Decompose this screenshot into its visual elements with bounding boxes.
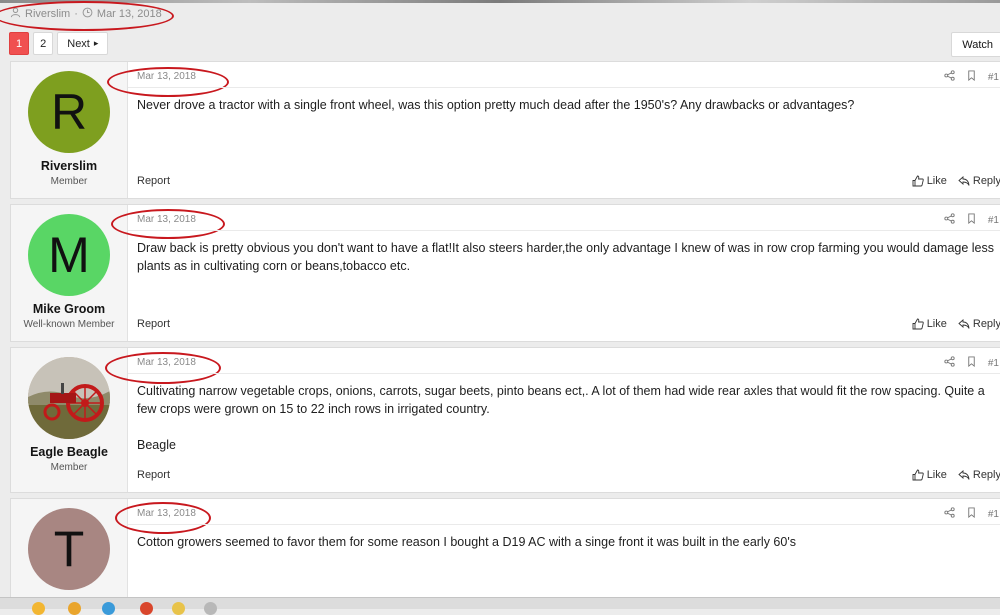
next-page-button[interactable]: Next ▸ xyxy=(57,32,109,55)
post-paragraph: Cotton growers seemed to favor them for … xyxy=(137,535,796,549)
post-4: T Mar 13, 2018 #1 Cotton growers seemed … xyxy=(10,498,1000,608)
annotation-circle xyxy=(111,209,225,239)
post-paragraph: Cultivating narrow vegetable crops, onio… xyxy=(137,384,985,416)
bookmark-icon[interactable] xyxy=(966,70,977,84)
like-icon xyxy=(912,318,924,330)
share-icon[interactable] xyxy=(944,507,955,521)
post-paragraph: Never drove a tractor with a single fron… xyxy=(137,98,855,112)
taskbar-app-icon[interactable] xyxy=(140,602,153,615)
post-tools: #1 xyxy=(944,507,999,521)
username[interactable]: Eagle Beagle xyxy=(11,445,127,459)
post-tools: #1 xyxy=(944,70,999,84)
post-body: Cotton growers seemed to favor them for … xyxy=(137,533,997,551)
post-body: Draw back is pretty obvious you don't wa… xyxy=(137,239,997,275)
annotation-circle xyxy=(0,1,174,31)
avatar[interactable]: T xyxy=(28,508,110,590)
page-1-button[interactable]: 1 xyxy=(9,32,30,55)
bookmark-icon[interactable] xyxy=(966,213,977,227)
like-icon xyxy=(912,469,924,481)
taskbar-app-icon[interactable] xyxy=(102,602,115,615)
like-label: Like xyxy=(926,318,947,330)
reply-label: Reply xyxy=(972,175,1000,187)
post-actions: Like Reply xyxy=(912,469,1000,481)
reply-icon xyxy=(958,319,970,329)
os-taskbar xyxy=(0,597,1000,615)
divider xyxy=(128,87,1000,88)
reply-button[interactable]: Reply xyxy=(958,469,1000,481)
pagination: 1 2 Next ▸ xyxy=(9,32,109,55)
caret-right-icon: ▸ xyxy=(93,38,99,48)
post-2: M Mike Groom Well-known Member Mar 13, 2… xyxy=(10,204,1000,342)
reply-button[interactable]: Reply xyxy=(958,318,1000,330)
post-signoff: Beagle xyxy=(137,438,176,452)
report-link[interactable]: Report xyxy=(137,175,170,187)
reply-label: Reply xyxy=(972,318,1000,330)
share-icon[interactable] xyxy=(944,213,955,227)
post-number[interactable]: #1 xyxy=(988,72,999,83)
reply-icon xyxy=(958,470,970,480)
post-1: R Riverslim Member Mar 13, 2018 #1 Never… xyxy=(10,61,1000,199)
like-button[interactable]: Like xyxy=(912,318,947,330)
like-button[interactable]: Like xyxy=(912,469,947,481)
bookmark-icon[interactable] xyxy=(966,356,977,370)
post-tools: #1 xyxy=(944,213,999,227)
annotation-circle xyxy=(115,502,211,534)
page-2-button[interactable]: 2 xyxy=(33,32,54,55)
like-icon xyxy=(912,175,924,187)
post-tools: #1 xyxy=(944,356,999,370)
share-icon[interactable] xyxy=(944,70,955,84)
report-link[interactable]: Report xyxy=(137,469,170,481)
post-body: Never drove a tractor with a single fron… xyxy=(137,96,997,114)
taskbar-app-icon[interactable] xyxy=(172,602,185,615)
post-actions: Like Reply xyxy=(912,318,1000,330)
avatar-letter: M xyxy=(48,227,90,283)
window-top-strip xyxy=(0,0,1000,3)
post-number[interactable]: #1 xyxy=(988,215,999,226)
user-title: Member xyxy=(50,176,88,187)
avatar[interactable]: R xyxy=(28,71,110,153)
avatar-letter: R xyxy=(50,84,88,140)
divider xyxy=(128,373,1000,374)
annotation-circle xyxy=(105,352,221,384)
user-title: Well-known Member xyxy=(23,319,115,330)
taskbar-app-icon[interactable] xyxy=(32,602,45,615)
next-label: Next xyxy=(67,37,90,50)
like-label: Like xyxy=(926,175,947,187)
avatar[interactable]: M xyxy=(28,214,110,296)
post-paragraph: Draw back is pretty obvious you don't wa… xyxy=(137,241,995,273)
divider xyxy=(128,230,1000,231)
report-link[interactable]: Report xyxy=(137,318,170,330)
bookmark-icon[interactable] xyxy=(966,507,977,521)
post-user-block: T xyxy=(11,499,128,607)
post-actions: Like Reply xyxy=(912,175,1000,187)
share-icon[interactable] xyxy=(944,356,955,370)
taskbar-app-icon[interactable] xyxy=(204,602,217,615)
reply-button[interactable]: Reply xyxy=(958,175,1000,187)
tractor-image xyxy=(28,357,110,439)
avatar-letter: T xyxy=(53,521,85,577)
avatar-tractor-photo[interactable] xyxy=(28,357,110,439)
reply-label: Reply xyxy=(972,469,1000,481)
user-title: Member xyxy=(50,462,88,473)
post-3: Eagle Beagle Member Mar 13, 2018 #1 Cult… xyxy=(10,347,1000,493)
username[interactable]: Mike Groom xyxy=(11,302,127,316)
divider xyxy=(128,524,1000,525)
username[interactable]: Riverslim xyxy=(11,159,127,173)
post-body: Cultivating narrow vegetable crops, onio… xyxy=(137,382,997,454)
taskbar-app-icon[interactable] xyxy=(68,602,81,615)
annotation-circle xyxy=(107,67,229,97)
post-number[interactable]: #1 xyxy=(988,358,999,369)
reply-icon xyxy=(958,176,970,186)
post-number[interactable]: #1 xyxy=(988,509,999,520)
watch-button[interactable]: Watch xyxy=(951,32,1000,57)
like-label: Like xyxy=(926,469,947,481)
like-button[interactable]: Like xyxy=(912,175,947,187)
